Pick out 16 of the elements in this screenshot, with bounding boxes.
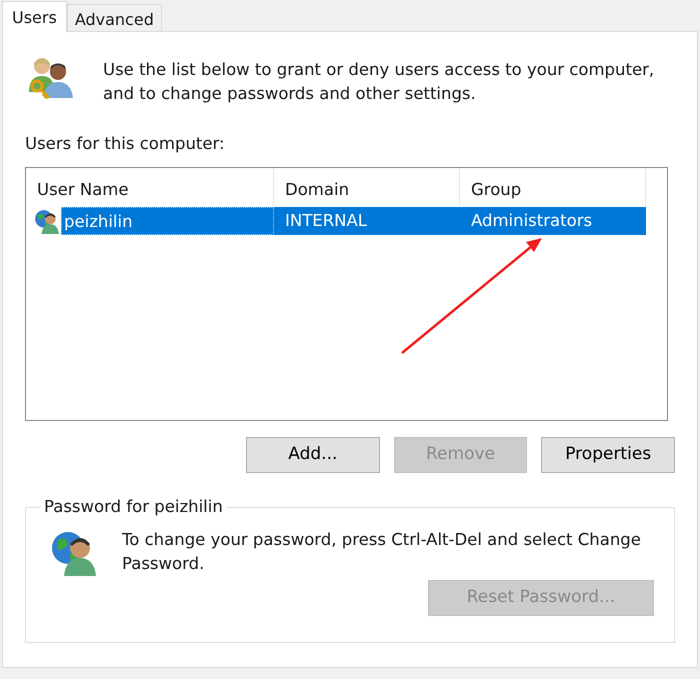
table-cell: INTERNAL [274,206,460,235]
properties-button[interactable]: Properties [541,436,676,473]
users-label: Users for this computer: [25,133,226,155]
add-button[interactable]: Add... [246,436,380,473]
user-row[interactable]: peizhilin INTERNAL Administrators [26,206,667,236]
tab[interactable]: Users [2,1,67,32]
table-cell: peizhilin [61,206,274,235]
user-globe-icon [34,208,60,234]
password-text: To change your password, press Ctrl-Alt-Del and select Change Password. [122,528,642,574]
intro-text: Use the list below to grant or deny users access to your computer, and to change passwords and other settings. [103,59,656,105]
group-title: Password for peizhilin [43,496,224,518]
column-header[interactable]: User Name [26,168,274,206]
table-cell: Administrators [460,206,646,235]
tab[interactable]: Advanced [66,4,162,31]
column-header[interactable]: Domain [274,168,460,206]
column-header[interactable]: Group [460,168,646,206]
